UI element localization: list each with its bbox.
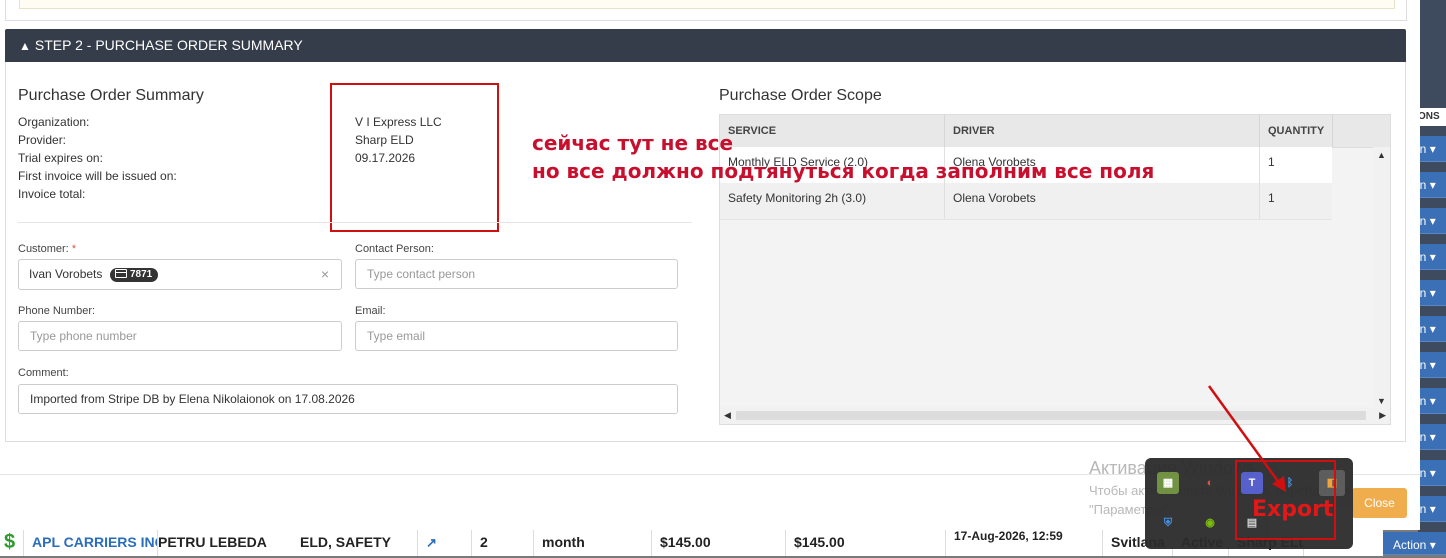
step-2-title: STEP 2 - PURCHASE ORDER SUMMARY <box>34 37 303 53</box>
total-cell: $145.00 <box>786 529 946 556</box>
annotation-highlight-box <box>330 83 499 232</box>
driver-cell: Olena Vorobets <box>945 183 1260 219</box>
scroll-right-icon[interactable]: ▶ <box>1379 410 1386 421</box>
customer-label: Customer: * <box>18 243 77 255</box>
trial-expires-label: Trial expires on: <box>18 151 103 165</box>
external-link-icon[interactable]: ↗ <box>418 529 472 556</box>
credit-card-icon <box>115 269 127 278</box>
phone-number-input[interactable] <box>18 321 342 351</box>
step-2-header[interactable]: ▲ STEP 2 - PURCHASE ORDER SUMMARY <box>5 29 1406 62</box>
clear-icon[interactable]: × <box>321 266 329 282</box>
price-cell: $145.00 <box>652 529 786 556</box>
scroll-down-icon[interactable]: ▼ <box>1377 396 1386 406</box>
provider-label: Provider: <box>18 133 67 147</box>
nvidia-icon[interactable]: ◉ <box>1199 512 1221 534</box>
annotation-text-line-1: сейчас тут не все <box>532 131 734 155</box>
action-dropdown-button[interactable]: Action ▾ <box>1383 532 1446 555</box>
date-cell: 17-Aug-2026, 12:59 <box>946 529 1103 556</box>
scope-title: Purchase Order Scope <box>719 87 882 104</box>
annotation-text-line-2: но все должно подтянуться когда заполним… <box>532 159 1155 183</box>
customer-name: Ivan Vorobets <box>29 267 103 281</box>
scroll-up-icon[interactable]: ▲ <box>1377 150 1386 160</box>
period-cell: month <box>534 529 652 556</box>
close-button[interactable]: Close <box>1352 488 1407 518</box>
security-shield-icon[interactable]: ⛨ <box>1157 512 1179 534</box>
service-cell: ELD, SAFETY <box>292 529 418 556</box>
column-header-quantity[interactable]: QUANTITY <box>1260 115 1333 147</box>
background-column-header: ONS <box>1418 108 1446 126</box>
invoice-total-label: Invoice total: <box>18 187 86 201</box>
column-header-service[interactable]: SERVICE <box>720 115 945 147</box>
app-tray-icon[interactable]: ▦ <box>1157 472 1179 494</box>
comment-label: Comment: <box>18 367 69 379</box>
scroll-left-icon[interactable]: ◀ <box>724 410 731 421</box>
quantity-cell: 2 <box>472 529 534 556</box>
scope-table-header: SERVICE DRIVER QUANTITY <box>720 115 1390 148</box>
step-1-panel-bottom <box>5 0 1407 21</box>
phone-number-label: Phone Number: <box>18 305 96 317</box>
comment-input[interactable] <box>18 384 678 414</box>
service-cell: Safety Monitoring 2h (3.0) <box>720 183 945 219</box>
dollar-icon: $ <box>0 529 24 556</box>
carrier-link[interactable]: APL CARRIERS INC ( <box>24 529 158 556</box>
driver-cell: PETRU LEBEDA <box>158 534 267 550</box>
email-label: Email: <box>355 305 386 317</box>
email-input[interactable] <box>355 321 678 351</box>
customer-badge: 7871 <box>110 268 159 282</box>
customer-select[interactable]: Ivan Vorobets 7871 × <box>18 259 342 290</box>
column-header-driver[interactable]: DRIVER <box>945 115 1260 147</box>
vertical-scrollbar[interactable]: ▲ ▼ <box>1373 147 1390 409</box>
table-row[interactable]: Safety Monitoring 2h (3.0) Olena Vorobet… <box>720 183 1332 220</box>
first-invoice-label: First invoice will be issued on: <box>18 169 177 183</box>
organization-label: Organization: <box>18 115 90 129</box>
summary-title: Purchase Order Summary <box>18 87 204 104</box>
export-annotation: Export <box>1252 497 1334 522</box>
section-divider <box>18 222 692 223</box>
step-1-inner-panel <box>19 0 1395 9</box>
quantity-cell: 1 <box>1268 155 1275 169</box>
quantity-cell: 1 <box>1268 191 1275 205</box>
contact-person-input[interactable] <box>355 259 678 289</box>
contact-person-label: Contact Person: <box>355 243 434 255</box>
chevron-up-icon: ▲ <box>19 39 31 53</box>
